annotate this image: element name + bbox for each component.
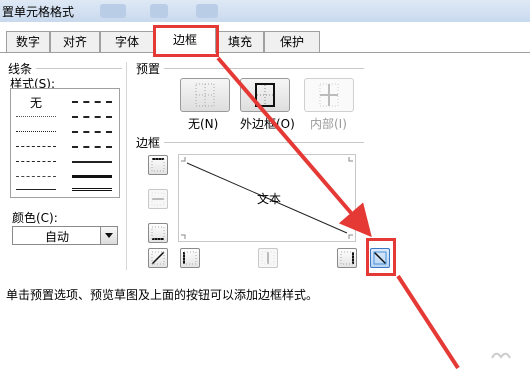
watermark-logo	[488, 348, 514, 366]
annotation-arrows	[216, 56, 460, 370]
arrow-to-diagonal-button	[216, 56, 372, 238]
arrow-to-bottom	[396, 274, 460, 370]
